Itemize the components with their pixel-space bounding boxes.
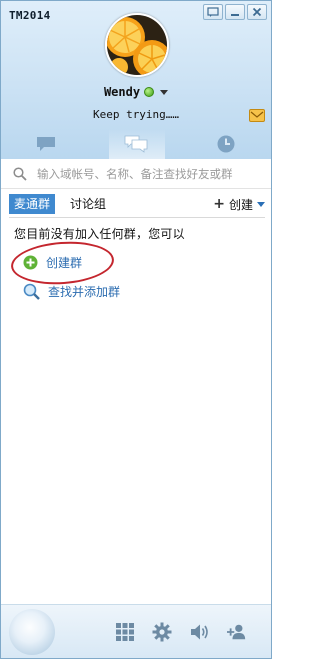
orange-slices-avatar-icon: [107, 15, 167, 75]
create-group-label: 创建群: [46, 256, 83, 270]
tab-groups[interactable]: [91, 129, 181, 159]
apps-grid-button[interactable]: [115, 622, 135, 642]
create-label: 创建: [228, 197, 253, 212]
main-menu-orb[interactable]: [9, 609, 55, 655]
message-square-icon: [207, 7, 219, 17]
subtab-discussions[interactable]: 讨论组: [70, 194, 106, 214]
empty-groups-message: 您目前没有加入任何群，您可以: [14, 227, 185, 241]
close-button[interactable]: [247, 4, 267, 20]
nickname-row: Wendy: [1, 85, 271, 99]
tab-recent[interactable]: [181, 129, 271, 159]
settings-gear-icon: [152, 622, 172, 642]
group-subtabs: 麦通群 讨论组 + 创建: [1, 194, 271, 216]
skin-button[interactable]: [203, 4, 223, 20]
chevron-down-icon: [257, 201, 265, 207]
chat-bubble-icon: [37, 137, 55, 151]
add-circle-icon: [23, 255, 38, 270]
window-controls: [203, 4, 267, 20]
search-input[interactable]: [37, 166, 267, 181]
im-main-window: TM2014 Wendy Keep trying…… 输入域帐号、名称、备注查找…: [0, 0, 272, 659]
minimize-icon: [231, 14, 239, 16]
volume-button[interactable]: [190, 622, 210, 642]
app-title: TM2014: [9, 9, 51, 22]
apps-grid-icon: [116, 623, 134, 641]
group-chat-icon: [124, 135, 148, 153]
footer-toolbar: [1, 604, 271, 658]
mailbox-icon[interactable]: [249, 109, 265, 122]
divider: [9, 217, 265, 218]
signature[interactable]: Keep trying……: [1, 108, 271, 121]
header-panel: TM2014 Wendy Keep trying……: [1, 1, 271, 159]
subtab-groups[interactable]: 麦通群: [9, 194, 56, 214]
find-group-link[interactable]: 查找并添加群: [23, 283, 120, 300]
add-contact-button[interactable]: [227, 622, 247, 642]
find-group-label: 查找并添加群: [48, 285, 121, 299]
clock-icon: [217, 135, 235, 153]
nickname[interactable]: Wendy: [104, 85, 140, 99]
search-icon: [13, 166, 27, 181]
online-status-icon[interactable]: [144, 87, 155, 97]
create-group-link[interactable]: 创建群: [23, 254, 82, 271]
settings-button[interactable]: [152, 622, 172, 642]
status-dropdown-icon[interactable]: [160, 89, 169, 95]
avatar[interactable]: [105, 13, 169, 77]
search-bar: [1, 159, 271, 189]
main-tabs: [1, 129, 271, 159]
create-dropdown[interactable]: + 创建: [213, 194, 265, 214]
tab-contacts[interactable]: [1, 129, 91, 159]
magnifier-icon: [23, 283, 40, 300]
minimize-button[interactable]: [225, 4, 245, 20]
add-contact-icon: [227, 624, 246, 640]
plus-icon: +: [213, 196, 225, 212]
close-icon: [252, 7, 262, 17]
speaker-icon: [191, 624, 208, 640]
